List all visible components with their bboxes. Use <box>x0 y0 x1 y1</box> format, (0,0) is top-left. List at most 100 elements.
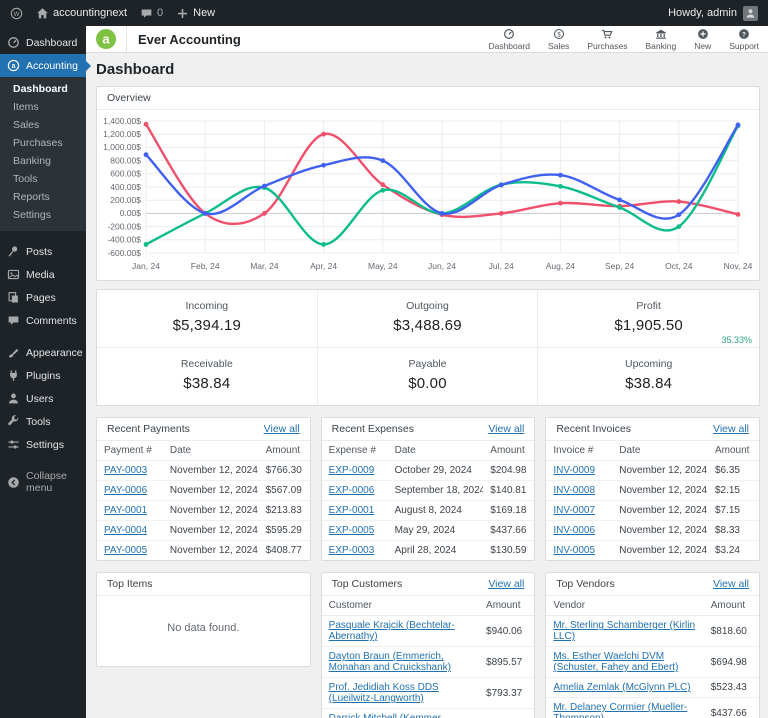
sidebar-item-tools[interactable]: Tools <box>0 410 86 433</box>
svg-text:Apr, 24: Apr, 24 <box>310 261 337 271</box>
top-customers-row-link[interactable]: Pasquale Krajcik (Bechtelar-Abernathy) <box>329 620 455 642</box>
recent-invoices-row-link[interactable]: INV-0008 <box>553 485 595 496</box>
recent-invoices-title: Recent Invoices <box>556 423 631 435</box>
top-customers-row-link[interactable]: Prof. Jedidiah Koss DDS (Lueilwitz-Langw… <box>329 682 439 704</box>
recent-invoices-view-all[interactable]: View all <box>713 423 749 435</box>
sidebar-subitem-reports[interactable]: Reports <box>0 188 86 206</box>
stats-panel: Incoming$5,394.19Outgoing$3,488.69Profit… <box>96 289 760 406</box>
table-row: EXP-0001August 8, 2024$169.18 <box>322 501 535 521</box>
ever-accounting-logo: a <box>86 26 127 52</box>
new-content-menu[interactable]: New <box>176 7 215 20</box>
plugin-header-nav: Dashboard$SalesPurchasesBankingNew?Suppo… <box>479 26 768 52</box>
sidebar-subitem-settings[interactable]: Settings <box>0 206 86 224</box>
top-vendors-row-link[interactable]: Mr. Delaney Cormier (Mueller-Thompson) <box>553 702 687 718</box>
recent-expenses-title: Recent Expenses <box>332 423 414 435</box>
svg-text:Sep, 24: Sep, 24 <box>605 261 635 271</box>
header-nav-banking[interactable]: Banking <box>636 26 685 52</box>
sidebar-item-pages[interactable]: Pages <box>0 286 86 309</box>
stat-profit: Profit$1,905.5035.33% <box>538 290 759 348</box>
top-customers-row-link[interactable]: Dayton Braun (Emmerich, Monahan and Crui… <box>329 651 451 673</box>
svg-text:Feb, 24: Feb, 24 <box>191 261 220 271</box>
table-row: EXP-0009October 29, 2024$204.98 <box>322 461 535 481</box>
svg-text:Jun, 24: Jun, 24 <box>428 261 456 271</box>
header-nav-sales[interactable]: $Sales <box>539 26 578 52</box>
recent-invoices-row-link[interactable]: INV-0006 <box>553 525 595 536</box>
sidebar-subitem-purchases[interactable]: Purchases <box>0 134 86 152</box>
recent-expenses-row-link[interactable]: EXP-0006 <box>329 485 375 496</box>
brush-icon <box>7 346 20 359</box>
sidebar-item-dashboard[interactable]: Dashboard <box>0 31 86 54</box>
chart-point <box>144 122 149 127</box>
recent-expenses-view-all[interactable]: View all <box>488 423 524 435</box>
recent-expenses-row-link[interactable]: EXP-0001 <box>329 505 375 516</box>
sidebar-item-comments[interactable]: Comments <box>0 309 86 332</box>
sidebar-item-posts[interactable]: Posts <box>0 240 86 263</box>
top-tables-row: Top ItemsNo data found.Top CustomersView… <box>96 572 760 718</box>
sidebar-item-appearance[interactable]: Appearance <box>0 341 86 364</box>
header-nav-support[interactable]: ?Support <box>720 26 768 52</box>
header-nav-purchases[interactable]: Purchases <box>578 26 636 52</box>
top-customers-title: Top Customers <box>332 578 403 590</box>
recent-expenses-row-link[interactable]: EXP-0003 <box>329 545 375 556</box>
recent-invoices-row-link[interactable]: INV-0009 <box>553 465 595 476</box>
media-icon <box>7 268 20 281</box>
top-vendors-row-link[interactable]: Mr. Sterling Schamberger (Kirlin LLC) <box>553 620 695 642</box>
header-nav-new[interactable]: New <box>685 26 720 52</box>
accounting-logo-icon: a <box>7 59 20 72</box>
sidebar-collapse-menu[interactable]: Collapse menu <box>0 465 86 499</box>
top-vendors-title: Top Vendors <box>556 578 614 590</box>
comment-icon <box>140 7 153 20</box>
sidebar-subitem-banking[interactable]: Banking <box>0 152 86 170</box>
collapse-icon <box>7 476 20 489</box>
overview-title: Overview <box>107 92 151 104</box>
sliders-icon <box>7 438 20 451</box>
sidebar-subitem-dashboard[interactable]: Dashboard <box>0 80 86 98</box>
table-row: EXP-0005May 29, 2024$437.66 <box>322 521 535 541</box>
site-name-link[interactable]: accountingnext <box>36 7 127 20</box>
recent-invoices-row-link[interactable]: INV-0007 <box>553 505 595 516</box>
sidebar-item-media[interactable]: Media <box>0 263 86 286</box>
sidebar-item-settings[interactable]: Settings <box>0 433 86 456</box>
top-items-title: Top Items <box>107 578 153 590</box>
top-customers-view-all[interactable]: View all <box>488 578 524 590</box>
svg-text:$: $ <box>557 32 561 38</box>
top-customers-row-link[interactable]: Darrick Mitchell (Kemmer, Stracke and Ba… <box>329 713 443 718</box>
bank-icon <box>655 28 667 40</box>
top-vendors-row-link[interactable]: Ms. Esther Waelchi DVM (Schuster, Fahey … <box>553 651 678 673</box>
recent-invoices-row-link[interactable]: INV-0005 <box>553 545 595 556</box>
recent-payments-row-link[interactable]: PAY-0003 <box>104 465 147 476</box>
table-row: EXP-0006September 18, 2024$140.81 <box>322 481 535 501</box>
dashboard-content: Dashboard Overview 1,400.00$1,200.00$1,0… <box>86 53 768 718</box>
recent-expenses-row-link[interactable]: EXP-0005 <box>329 525 375 536</box>
sidebar-item-plugins[interactable]: Plugins <box>0 364 86 387</box>
chart-point <box>380 182 385 187</box>
recent-payments-view-all[interactable]: View all <box>264 423 300 435</box>
overview-chart: 1,400.00$1,200.00$1,000.00$800.00$600.00… <box>97 110 759 280</box>
sidebar-subitem-items[interactable]: Items <box>0 98 86 116</box>
recent-payments-row-link[interactable]: PAY-0006 <box>104 485 147 496</box>
top-vendors-row-link[interactable]: Amelia Zemlak (McGlynn PLC) <box>553 682 690 693</box>
recent-payments-row-link[interactable]: PAY-0005 <box>104 545 147 556</box>
recent-payments-row-link[interactable]: PAY-0001 <box>104 505 147 516</box>
svg-text:Jul, 24: Jul, 24 <box>489 261 514 271</box>
table-row: INV-0008November 12, 2024$2.15 <box>546 481 759 501</box>
sidebar-subitem-tools[interactable]: Tools <box>0 170 86 188</box>
table-row: INV-0009November 12, 2024$6.35 <box>546 461 759 481</box>
svg-text:Nov, 24: Nov, 24 <box>724 261 753 271</box>
top-vendors-view-all[interactable]: View all <box>713 578 749 590</box>
header-nav-dashboard[interactable]: Dashboard <box>479 26 539 52</box>
sidebar-item-users[interactable]: Users <box>0 387 86 410</box>
howdy-account-menu[interactable]: Howdy, admin <box>668 7 737 19</box>
wordpress-logo-icon[interactable]: W <box>10 7 23 20</box>
svg-text:-200.00$: -200.00$ <box>107 221 141 231</box>
sidebar-item-accounting[interactable]: aAccounting <box>0 54 86 77</box>
recent-payments-row-link[interactable]: PAY-0004 <box>104 525 147 536</box>
plug-icon <box>7 369 20 382</box>
plugin-header: a Ever Accounting Dashboard$SalesPurchas… <box>86 26 768 53</box>
avatar[interactable] <box>743 6 758 21</box>
recent-expenses-row-link[interactable]: EXP-0009 <box>329 465 375 476</box>
svg-text:Mar, 24: Mar, 24 <box>250 261 279 271</box>
chart-point <box>558 173 563 178</box>
comments-shortcut[interactable]: 0 <box>140 7 163 20</box>
sidebar-subitem-sales[interactable]: Sales <box>0 116 86 134</box>
